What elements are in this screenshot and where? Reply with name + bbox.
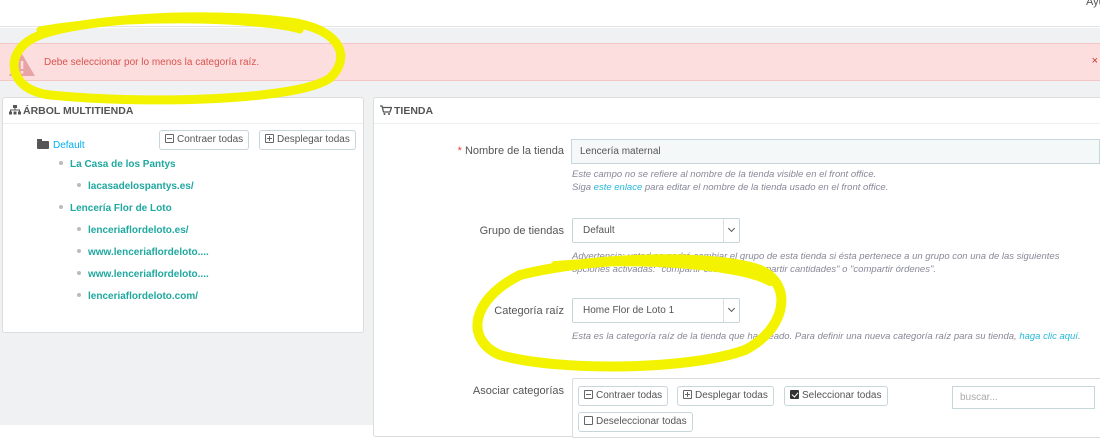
bullet xyxy=(77,249,81,253)
square-icon xyxy=(584,416,593,425)
tree-group[interactable]: La Casa de los Pantys xyxy=(59,159,176,170)
help-text: para editar el nombre de la tienda usado… xyxy=(644,182,889,193)
bullet xyxy=(77,183,81,187)
help-text: Siga xyxy=(572,182,592,193)
help-link[interactable]: Ayuda xyxy=(1086,0,1100,8)
tree-group[interactable]: Lencería Flor de Loto xyxy=(59,203,172,214)
button-label: Desplegar todas xyxy=(277,134,350,145)
chevron-down-icon xyxy=(723,219,739,242)
associate-categories-label: Asociar categorías xyxy=(472,385,564,397)
deselect-all-button[interactable]: Deseleccionar todas xyxy=(578,412,693,432)
tree-shop[interactable]: www.lenceriaflordeloto.... xyxy=(77,269,209,280)
shop-group-help: Advertencia: usted no podrá cambiar el g… xyxy=(572,251,1060,275)
tree-group-label[interactable]: Lencería Flor de Loto xyxy=(70,203,172,214)
chevron-down-icon xyxy=(723,299,739,322)
tree-root-label[interactable]: Default xyxy=(53,140,85,151)
bullet xyxy=(77,293,81,297)
root-category-help: Esta es la categoría raíz de la tienda q… xyxy=(572,331,1081,342)
shop-group-select[interactable]: Default xyxy=(572,218,740,243)
help-text: Esta es la categoría raíz de la tienda q… xyxy=(572,331,1017,342)
expand-all-button[interactable]: Desplegar todas xyxy=(259,130,356,150)
warning-icon xyxy=(8,53,36,80)
tree-shop-label[interactable]: lenceriaflordeloto.com/ xyxy=(88,291,198,302)
tree-group-label[interactable]: La Casa de los Pantys xyxy=(70,159,176,170)
top-bar: Ayuda xyxy=(0,0,1100,27)
plus-square-icon xyxy=(265,134,274,143)
required-mark: * xyxy=(457,145,462,157)
sitemap-icon xyxy=(9,105,21,118)
select-all-button[interactable]: Seleccionar todas xyxy=(784,386,888,406)
plus-square-icon xyxy=(683,390,692,399)
label-text: Nombre de la tienda xyxy=(464,145,564,157)
bullet xyxy=(59,161,63,165)
tree-shop-label[interactable]: lenceriaflordeloto.es/ xyxy=(88,225,189,236)
shop-group-label: Grupo de tiendas xyxy=(479,225,564,237)
shop-name-help: Este campo no se refiere al nombre de la… xyxy=(572,168,1100,194)
edit-name-link[interactable]: este enlace xyxy=(594,182,643,193)
tree-shop[interactable]: lenceriaflordeloto.es/ xyxy=(77,225,189,236)
panel-heading: ÁRBOL MULTITIENDA xyxy=(3,98,363,124)
tree-shop-label[interactable]: www.lenceriaflordeloto.... xyxy=(88,269,209,280)
bullet xyxy=(77,227,81,231)
close-alert-button[interactable]: × xyxy=(1092,55,1098,67)
assoc-collapse-all-button[interactable]: Contraer todas xyxy=(578,386,669,406)
assoc-expand-all-button[interactable]: Desplegar todas xyxy=(677,386,774,406)
tree-shop[interactable]: lacasadelospantys.es/ xyxy=(77,181,194,192)
folder-open-icon xyxy=(37,139,49,149)
button-label: Contraer todas xyxy=(596,390,663,401)
root-category-select[interactable]: Home Flor de Loto 1 xyxy=(572,298,740,323)
tree-shop-label[interactable]: www.lenceriaflordeloto.... xyxy=(88,247,209,258)
alert-message: Debe seleccionar por lo menos la categor… xyxy=(44,57,260,68)
button-label: Seleccionar todas xyxy=(802,390,882,401)
cart-icon xyxy=(380,105,393,118)
multishop-tree-panel: ÁRBOL MULTITIENDA Contraer todas Despleg… xyxy=(2,97,364,333)
panel-title: TIENDA xyxy=(394,105,434,117)
panel-title: ÁRBOL MULTITIENDA xyxy=(23,105,134,117)
panel-heading: TIENDA xyxy=(374,98,1100,124)
shop-name-label: * Nombre de la tienda xyxy=(458,145,564,157)
help-line: Este campo no se refiere al nombre de la… xyxy=(572,169,877,180)
bullet xyxy=(77,271,81,275)
bullet xyxy=(59,205,63,209)
select-value: Home Flor de Loto 1 xyxy=(583,305,675,316)
select-value: Default xyxy=(583,225,615,236)
help-line: Siga este enlace para editar el nombre d… xyxy=(572,181,1100,194)
tree-shop[interactable]: lenceriaflordeloto.com/ xyxy=(77,291,198,302)
root-category-label: Categoría raíz xyxy=(494,305,564,317)
category-search-input[interactable]: buscar... xyxy=(952,386,1095,409)
shop-name-input[interactable]: Lencería maternal xyxy=(571,139,1100,164)
button-label: Contraer todas xyxy=(177,134,244,145)
tree-shop-label[interactable]: lacasadelospantys.es/ xyxy=(88,181,194,192)
tree-root[interactable]: Default xyxy=(37,139,85,151)
collapse-all-button[interactable]: Contraer todas xyxy=(159,130,250,150)
button-label: Desplegar todas xyxy=(695,390,768,401)
button-label: Deseleccionar todas xyxy=(596,416,687,427)
tree-shop[interactable]: www.lenceriaflordeloto.... xyxy=(77,247,209,258)
check-square-icon xyxy=(790,390,799,399)
minus-square-icon xyxy=(584,390,593,399)
error-alert: Debe seleccionar por lo menos la categor… xyxy=(0,43,1100,81)
create-root-category-link[interactable]: haga clic aquí xyxy=(1019,331,1078,342)
minus-square-icon xyxy=(165,134,174,143)
